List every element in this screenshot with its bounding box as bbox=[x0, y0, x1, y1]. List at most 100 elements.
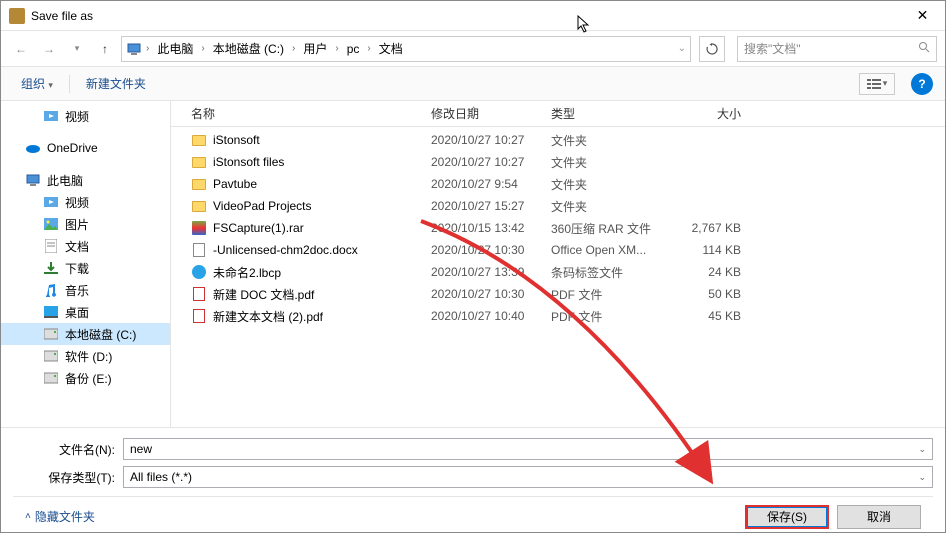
sidebar-tree[interactable]: 视频OneDrive此电脑视频图片文档下载音乐桌面本地磁盘 (C:)软件 (D:… bbox=[1, 101, 171, 427]
docx-icon bbox=[191, 242, 207, 258]
file-date: 2020/10/27 10:30 bbox=[431, 287, 551, 301]
hide-folders-button[interactable]: ˄ 隐藏文件夹 bbox=[25, 508, 95, 525]
documents-icon bbox=[43, 238, 59, 254]
file-row[interactable]: FSCapture(1).rar2020/10/15 13:42360压缩 RA… bbox=[171, 217, 945, 239]
file-list: 名称 ˄ 修改日期 类型 大小 iStonsoft2020/10/27 10:2… bbox=[171, 101, 945, 427]
file-type: 条码标签文件 bbox=[551, 264, 671, 281]
chevron-down-icon[interactable]: ⌄ bbox=[918, 472, 926, 483]
sidebar-item-label: 文档 bbox=[65, 238, 89, 255]
cancel-button[interactable]: 取消 bbox=[837, 505, 921, 529]
filename-value: new bbox=[130, 442, 152, 456]
chevron-down-icon: ▾ bbox=[883, 78, 888, 89]
sidebar-item[interactable]: 桌面 bbox=[1, 301, 170, 323]
organize-button[interactable]: 组织 ▾ bbox=[13, 71, 61, 96]
breadcrumb-item[interactable]: 此电脑 bbox=[153, 40, 197, 57]
close-button[interactable]: ✕ bbox=[900, 1, 945, 30]
recent-dropdown[interactable]: ▾ bbox=[65, 37, 89, 61]
refresh-button[interactable] bbox=[699, 36, 725, 62]
disk-icon bbox=[43, 348, 59, 364]
file-type: 文件夹 bbox=[551, 176, 671, 193]
file-type: PDF 文件 bbox=[551, 308, 671, 325]
file-date: 2020/10/27 13:39 bbox=[431, 265, 551, 279]
file-name: VideoPad Projects bbox=[213, 199, 312, 213]
chevron-down-icon[interactable]: ⌄ bbox=[918, 444, 926, 455]
downloads-icon bbox=[43, 260, 59, 276]
file-row[interactable]: 新建 DOC 文档.pdf2020/10/27 10:30PDF 文件50 KB bbox=[171, 283, 945, 305]
file-name: 新建 DOC 文档.pdf bbox=[213, 286, 314, 303]
sort-indicator-icon: ˄ bbox=[471, 104, 476, 114]
file-date: 2020/10/27 9:54 bbox=[431, 177, 551, 191]
file-row[interactable]: VideoPad Projects2020/10/27 15:27文件夹 bbox=[171, 195, 945, 217]
column-date[interactable]: 修改日期 bbox=[431, 105, 551, 122]
view-button[interactable]: ▾ bbox=[859, 73, 895, 95]
folder-icon bbox=[191, 154, 207, 170]
column-name[interactable]: 名称 bbox=[181, 105, 431, 122]
sidebar-item[interactable]: 软件 (D:) bbox=[1, 345, 170, 367]
file-name: Pavtube bbox=[213, 177, 257, 191]
pc-icon bbox=[25, 172, 41, 188]
search-input[interactable]: 搜索"文档" bbox=[737, 36, 937, 62]
search-placeholder: 搜索"文档" bbox=[744, 40, 801, 57]
file-type: 文件夹 bbox=[551, 132, 671, 149]
save-button[interactable]: 保存(S) bbox=[745, 505, 829, 529]
file-type: 360压缩 RAR 文件 bbox=[551, 220, 671, 237]
sidebar-item-label: 视频 bbox=[65, 108, 89, 125]
file-name: iStonsoft bbox=[213, 133, 260, 147]
sidebar-item-label: 此电脑 bbox=[47, 172, 83, 189]
sidebar-item[interactable]: 下载 bbox=[1, 257, 170, 279]
file-row[interactable]: 未命名2.lbcp2020/10/27 13:39条码标签文件24 KB bbox=[171, 261, 945, 283]
filetype-select[interactable]: All files (*.*) ⌄ bbox=[123, 466, 933, 488]
breadcrumb-item[interactable]: pc bbox=[343, 42, 364, 56]
title-bar: Save file as ✕ bbox=[1, 1, 945, 31]
chevron-down-icon: ▾ bbox=[48, 80, 53, 90]
file-row[interactable]: iStonsoft2020/10/27 10:27文件夹 bbox=[171, 129, 945, 151]
up-button[interactable]: ↑ bbox=[93, 37, 117, 61]
filetype-label: 保存类型(T): bbox=[13, 469, 123, 486]
chevron-right-icon: › bbox=[365, 43, 372, 54]
sidebar-item-label: 桌面 bbox=[65, 304, 89, 321]
forward-button: → bbox=[37, 37, 61, 61]
window-title: Save file as bbox=[31, 9, 900, 23]
breadcrumb-item[interactable]: 用户 bbox=[299, 40, 331, 57]
sidebar-item[interactable]: 本地磁盘 (C:) bbox=[1, 323, 170, 345]
new-folder-button[interactable]: 新建文件夹 bbox=[78, 71, 154, 96]
onedrive-icon bbox=[25, 140, 41, 156]
file-date: 2020/10/27 10:40 bbox=[431, 309, 551, 323]
chevron-down-icon[interactable]: ⌄ bbox=[678, 43, 686, 54]
sidebar-item[interactable]: OneDrive bbox=[1, 137, 170, 159]
sidebar-item[interactable]: 图片 bbox=[1, 213, 170, 235]
back-button[interactable]: ← bbox=[9, 37, 33, 61]
file-row[interactable]: -Unlicensed-chm2doc.docx2020/10/27 10:30… bbox=[171, 239, 945, 261]
chevron-up-icon: ˄ bbox=[25, 511, 31, 522]
folder-icon bbox=[191, 176, 207, 192]
breadcrumb-item[interactable]: 文档 bbox=[375, 40, 407, 57]
sidebar-item[interactable]: 文档 bbox=[1, 235, 170, 257]
file-type: Office Open XM... bbox=[551, 243, 671, 257]
file-row[interactable]: iStonsoft files2020/10/27 10:27文件夹 bbox=[171, 151, 945, 173]
sidebar-item[interactable]: 视频 bbox=[1, 191, 170, 213]
sidebar-item[interactable]: 音乐 bbox=[1, 279, 170, 301]
content-area: 视频OneDrive此电脑视频图片文档下载音乐桌面本地磁盘 (C:)软件 (D:… bbox=[1, 101, 945, 427]
file-name: -Unlicensed-chm2doc.docx bbox=[213, 243, 358, 257]
file-row[interactable]: 新建文本文档 (2).pdf2020/10/27 10:40PDF 文件45 K… bbox=[171, 305, 945, 327]
column-type[interactable]: 类型 bbox=[551, 105, 671, 122]
pictures-icon bbox=[43, 216, 59, 232]
file-row[interactable]: Pavtube 2020/10/27 9:54文件夹 bbox=[171, 173, 945, 195]
help-button[interactable]: ? bbox=[911, 73, 933, 95]
sidebar-item[interactable]: 视频 bbox=[1, 105, 170, 127]
column-size[interactable]: 大小 bbox=[671, 105, 761, 122]
disk-icon bbox=[43, 370, 59, 386]
file-size: 50 KB bbox=[671, 287, 761, 301]
dialog-footer: ˄ 隐藏文件夹 保存(S) 取消 bbox=[13, 496, 933, 536]
toolbar: 组织 ▾ 新建文件夹 ▾ ? bbox=[1, 67, 945, 101]
pdf-icon bbox=[191, 286, 207, 302]
file-size: 2,767 KB bbox=[671, 221, 761, 235]
breadcrumb[interactable]: › 此电脑 › 本地磁盘 (C:) › 用户 › pc › 文档 ⌄ bbox=[121, 36, 691, 62]
sidebar-item[interactable]: 备份 (E:) bbox=[1, 367, 170, 389]
breadcrumb-item[interactable]: 本地磁盘 (C:) bbox=[209, 40, 288, 57]
filename-input[interactable]: new ⌄ bbox=[123, 438, 933, 460]
file-name: 未命名2.lbcp bbox=[213, 264, 281, 281]
sidebar-item[interactable]: 此电脑 bbox=[1, 169, 170, 191]
file-name: 新建文本文档 (2).pdf bbox=[213, 308, 323, 325]
video-icon bbox=[43, 194, 59, 210]
